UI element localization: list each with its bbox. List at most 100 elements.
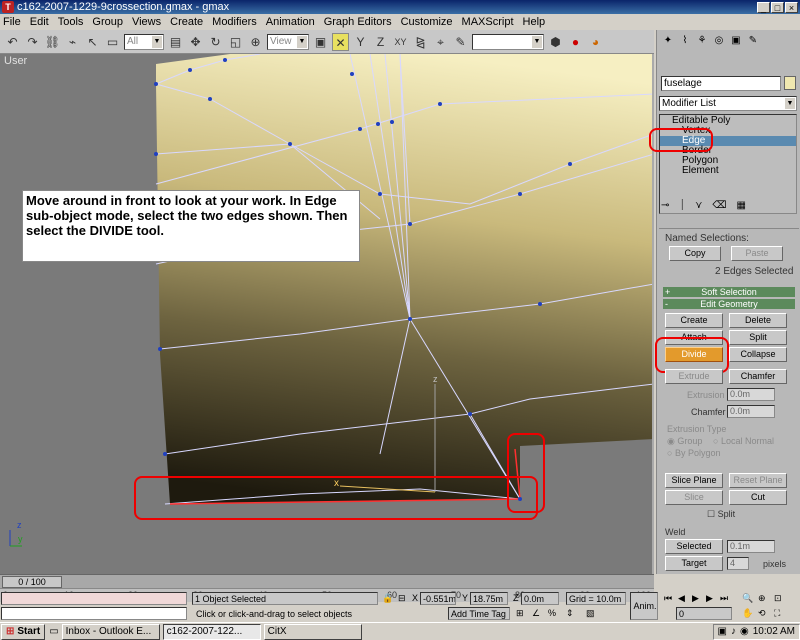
motion-tab-icon[interactable]: ◎ (712, 34, 726, 48)
weld-target-button[interactable]: Target (665, 556, 723, 571)
redo-icon[interactable]: ↷ (24, 33, 41, 51)
snap-toggle-icon[interactable]: ⊞ (516, 607, 524, 619)
restrict-to-x-icon[interactable]: ✕ (332, 32, 349, 51)
zoom-all-icon[interactable]: ⊕ (758, 592, 766, 604)
extrusion-local-normal-radio[interactable]: ○ Local Normal (713, 436, 774, 446)
unlink-icon[interactable]: ⌁ (64, 33, 81, 51)
snap-icon[interactable]: ✎ (452, 33, 469, 51)
maxscript-input-mini[interactable] (1, 607, 187, 620)
spinner-snap-icon[interactable]: ⇕ (566, 607, 574, 619)
copy-selection-button[interactable]: Copy (669, 246, 721, 261)
object-color-swatch[interactable] (784, 76, 796, 90)
menu-graph-editors[interactable]: Graph Editors (324, 16, 392, 28)
menu-animation[interactable]: Animation (266, 16, 315, 28)
stack-item-editable-poly[interactable]: Editable Poly (660, 116, 796, 126)
extrude-button[interactable]: Extrude (665, 369, 723, 384)
menu-create[interactable]: Create (170, 16, 203, 28)
menu-help[interactable]: Help (523, 16, 546, 28)
menu-group[interactable]: Group (92, 16, 123, 28)
split-checkbox[interactable]: ☐ Split (707, 509, 735, 520)
make-unique-icon[interactable]: ⋎ (695, 200, 702, 214)
x-coord-field[interactable]: -0.551m (420, 592, 456, 605)
time-slider-thumb[interactable]: 0 / 100 (2, 576, 62, 588)
undo-icon[interactable]: ↶ (4, 33, 21, 51)
restrict-to-z-icon[interactable]: Z (372, 33, 389, 51)
maxscript-listener-mini[interactable] (1, 592, 187, 605)
slice-button[interactable]: Slice (665, 490, 723, 505)
menu-customize[interactable]: Customize (401, 16, 453, 28)
pin-stack-icon[interactable]: ⊸ (661, 200, 669, 214)
menu-tools[interactable]: Tools (58, 16, 84, 28)
show-end-result-icon[interactable]: ⏐ (679, 200, 685, 214)
restrict-to-xy-icon[interactable]: XY (392, 33, 409, 51)
weld-threshold-spinner[interactable]: 0.1m (727, 540, 775, 553)
tray-volume-icon[interactable]: ♪ (731, 625, 736, 639)
task-gmax[interactable]: c162-2007-122... (162, 623, 261, 640)
slice-plane-button[interactable]: Slice Plane (665, 473, 723, 488)
tray-clock[interactable]: 10:02 AM (753, 625, 795, 639)
zoom-extents-icon[interactable]: ⊡ (774, 592, 782, 604)
collapse-button[interactable]: Collapse (729, 347, 787, 362)
scale-icon[interactable]: ◱ (227, 33, 244, 51)
soft-selection-rollout[interactable]: + Soft Selection (663, 287, 795, 297)
rotate-icon[interactable]: ↻ (207, 33, 224, 51)
minimize-button[interactable]: _ (757, 1, 770, 13)
menu-views[interactable]: Views (132, 16, 161, 28)
chamfer-button[interactable]: Chamfer (729, 369, 787, 384)
go-to-start-icon[interactable]: ⏮ (664, 592, 672, 604)
named-selection-select[interactable] (472, 33, 544, 50)
render-icon[interactable]: ● (567, 33, 584, 51)
pivot-icon[interactable]: ⊕ (247, 33, 264, 51)
arc-rotate-icon[interactable]: ⟲ (758, 607, 766, 619)
pivot-center-icon[interactable]: ▣ (312, 33, 329, 51)
menu-modifiers[interactable]: Modifiers (212, 16, 257, 28)
edit-geometry-rollout[interactable]: - Edit Geometry (663, 299, 795, 309)
paste-selection-button[interactable]: Paste (731, 246, 783, 261)
modifier-list-dropdown[interactable]: Modifier List (659, 96, 797, 111)
close-button[interactable]: × (785, 1, 798, 13)
absolute-mode-icon[interactable]: ⊟ (398, 592, 406, 604)
remove-modifier-icon[interactable]: ⌫ (712, 200, 726, 214)
target-pixels-spinner[interactable]: 4 (727, 557, 749, 570)
maximize-button[interactable]: □ (771, 1, 784, 13)
play-icon[interactable]: ▶ (692, 592, 699, 604)
reset-plane-button[interactable]: Reset Plane (729, 473, 787, 488)
create-tab-icon[interactable]: ✦ (661, 34, 675, 48)
next-frame-icon[interactable]: ▶ (706, 592, 713, 604)
align-icon[interactable]: ⌖ (432, 33, 449, 51)
chamfer-spinner[interactable]: 0.0m (727, 405, 775, 418)
menu-maxscript[interactable]: MAXScript (462, 16, 514, 28)
select-by-name-icon[interactable]: ▤ (167, 33, 184, 51)
teapot-icon[interactable]: ◕ (587, 33, 604, 51)
cut-button[interactable]: Cut (729, 490, 787, 505)
stack-item-polygon[interactable]: Polygon (660, 156, 796, 166)
start-button[interactable]: ⊞ Start (1, 623, 46, 640)
angle-snap-icon[interactable]: ∠ (532, 607, 540, 619)
window-crossing-icon[interactable]: ▧ (586, 607, 595, 619)
lock-selection-icon[interactable]: 🔒 (382, 592, 393, 604)
stack-item-element[interactable]: Element (660, 166, 796, 176)
material-editor-icon[interactable]: ⬢ (547, 33, 564, 51)
extrusion-spinner[interactable]: 0.0m (727, 388, 775, 401)
modify-tab-icon[interactable]: ⌇ (678, 34, 692, 48)
utilities-tab-icon[interactable]: ✎ (746, 34, 760, 48)
extrusion-group-radio[interactable]: ◉ Group (667, 436, 702, 447)
y-coord-field[interactable]: 18.75m (470, 592, 508, 605)
split-button[interactable]: Split (729, 330, 787, 345)
menu-file[interactable]: File (3, 16, 21, 28)
percent-snap-icon[interactable]: % (548, 607, 556, 619)
link-icon[interactable]: ⛓ (44, 33, 61, 51)
tray-antivirus-icon[interactable]: ◉ (740, 625, 749, 639)
weld-selected-button[interactable]: Selected (665, 539, 723, 554)
z-coord-field[interactable]: 0.0m (521, 592, 559, 605)
task-outlook[interactable]: Inbox - Outlook E... (61, 623, 160, 640)
pan-icon[interactable]: ✋ (742, 607, 753, 619)
quick-launch-icon[interactable]: ▭ (49, 626, 58, 637)
menu-edit[interactable]: Edit (30, 16, 49, 28)
select-object-icon[interactable]: ↖ (84, 33, 101, 51)
region-select-icon[interactable]: ▭ (104, 33, 121, 51)
previous-frame-icon[interactable]: ◀ (678, 592, 685, 604)
viewport[interactable]: z x z y User Move around in front to loo… (0, 54, 654, 574)
move-icon[interactable]: ✥ (187, 33, 204, 51)
display-tab-icon[interactable]: ▣ (729, 34, 743, 48)
